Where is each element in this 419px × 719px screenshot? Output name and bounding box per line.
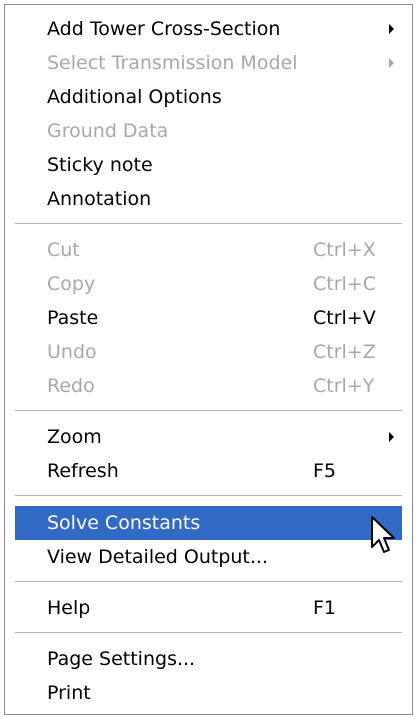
menu-item-label: Redo: [47, 375, 95, 397]
menu-item-label: Paste: [47, 307, 99, 329]
menu-item-paste[interactable]: Paste Ctrl+V: [15, 301, 402, 335]
menu-item-label: Sticky note: [47, 154, 153, 176]
menu-item-undo: Undo Ctrl+Z: [15, 335, 402, 369]
menu-separator: [15, 410, 402, 412]
menu-item-shortcut: F1: [313, 597, 337, 619]
menu-item-label: Refresh: [47, 460, 119, 482]
menu-item-label: Zoom: [47, 426, 102, 448]
menu-item-shortcut: Ctrl+V: [313, 307, 376, 329]
menu-item-annotation[interactable]: Annotation: [15, 182, 402, 216]
menu-item-shortcut: Ctrl+X: [313, 239, 376, 261]
menu-item-label: Additional Options: [47, 86, 222, 108]
context-menu: Add Tower Cross-Section Select Transmiss…: [4, 4, 413, 715]
menu-item-page-settings[interactable]: Page Settings...: [15, 642, 402, 676]
menu-item-label: Ground Data: [47, 120, 169, 142]
menu-item-help[interactable]: Help F1: [15, 591, 402, 625]
menu-item-shortcut: Ctrl+Y: [313, 375, 375, 397]
menu-item-label: Help: [47, 597, 91, 619]
menu-item-additional-options[interactable]: Additional Options: [15, 80, 402, 114]
menu-item-refresh[interactable]: Refresh F5: [15, 454, 402, 488]
menu-item-copy: Copy Ctrl+C: [15, 267, 402, 301]
menu-item-cut: Cut Ctrl+X: [15, 233, 402, 267]
menu-item-shortcut: Ctrl+C: [313, 273, 376, 295]
menu-item-label: View Detailed Output...: [47, 546, 269, 568]
menu-item-label: Select Transmission Model: [47, 52, 298, 74]
menu-item-ground-data: Ground Data: [15, 114, 402, 148]
mouse-pointer-icon: [371, 516, 395, 553]
menu-separator: [15, 632, 402, 634]
menu-item-add-tower-cross-section[interactable]: Add Tower Cross-Section: [15, 12, 402, 46]
menu-separator: [15, 223, 402, 225]
menu-item-label: Undo: [47, 341, 97, 363]
menu-item-label: Solve Constants: [47, 512, 201, 534]
menu-item-label: Annotation: [47, 188, 152, 210]
submenu-arrow-icon: [389, 24, 394, 34]
menu-item-sticky-note[interactable]: Sticky note: [15, 148, 402, 182]
menu-item-redo: Redo Ctrl+Y: [15, 369, 402, 403]
menu-item-shortcut: Ctrl+Z: [313, 341, 376, 363]
menu-item-label: Page Settings...: [47, 648, 196, 670]
menu-separator: [15, 581, 402, 583]
menu-item-print[interactable]: Print: [15, 676, 402, 710]
menu-item-label: Add Tower Cross-Section: [47, 18, 281, 40]
menu-item-label: Cut: [47, 239, 80, 261]
menu-item-view-detailed-output[interactable]: View Detailed Output...: [15, 540, 402, 574]
menu-item-shortcut: F5: [313, 460, 337, 482]
menu-item-label: Copy: [47, 273, 96, 295]
submenu-arrow-icon: [389, 432, 394, 442]
menu-item-zoom[interactable]: Zoom: [15, 420, 402, 454]
menu-item-solve-constants[interactable]: Solve Constants: [15, 506, 402, 540]
menu-separator: [15, 495, 402, 497]
menu-item-label: Print: [47, 682, 91, 704]
menu-item-select-transmission-model: Select Transmission Model: [15, 46, 402, 80]
submenu-arrow-icon: [389, 58, 394, 68]
